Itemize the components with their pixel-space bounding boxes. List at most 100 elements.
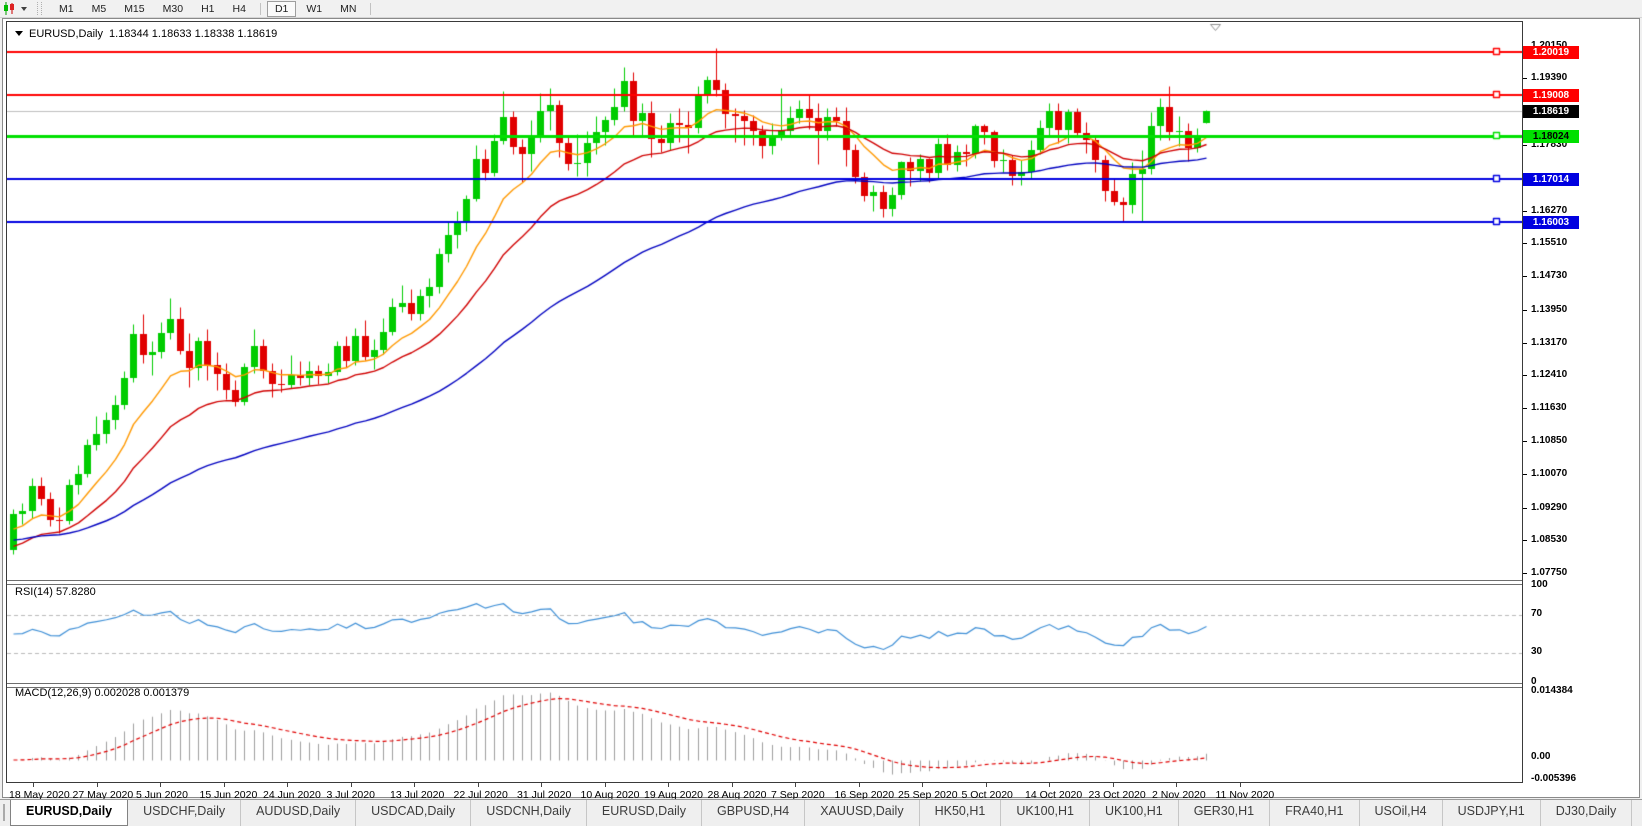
chart-tab-xauusd-daily[interactable]: XAUUSD,Daily [805, 800, 919, 826]
rsi-axis-label: 100 [1531, 579, 1548, 590]
price-axis-tick [1523, 441, 1527, 442]
macd-indicator-label: MACD(12,26,9) 0.002028 0.001379 [15, 687, 189, 699]
macd-axis-label: 0.00 [1531, 751, 1550, 762]
toolbar-grip[interactable] [37, 2, 42, 15]
price-axis-label: 1.13950 [1531, 304, 1567, 315]
price-axis-tick [1523, 474, 1527, 475]
price-axis-label: 1.15510 [1531, 237, 1567, 248]
chart-title-dropdown-icon[interactable] [15, 31, 23, 40]
chart-tab-usdcnh-daily[interactable]: USDCNH,Daily [471, 800, 587, 826]
chart-tab-usdcad-daily[interactable]: USDCAD,Daily [356, 800, 471, 826]
timeframe-button-d1[interactable]: D1 [267, 1, 296, 17]
plot-frame [6, 21, 1523, 783]
chart-tab-eurusd-daily[interactable]: EURUSD,Daily [10, 800, 128, 826]
price-axis-tick [1523, 211, 1527, 212]
price-axis-tick [1523, 343, 1527, 344]
main-chart-canvas[interactable] [7, 22, 1522, 580]
price-axis-tick [1523, 375, 1527, 376]
current-price-tag: 1.18619 [1523, 105, 1579, 118]
price-axis-label: 1.10850 [1531, 435, 1567, 446]
charts-toolbar-icon[interactable] [3, 2, 19, 15]
rsi-indicator-label: RSI(14) 57.8280 [15, 586, 96, 598]
date-axis-tick [795, 783, 796, 787]
rsi-panel-canvas[interactable] [7, 585, 1522, 683]
mt4-trading-app: { "toolbar": { "timeframes": ["M1","M5",… [0, 0, 1642, 826]
chart-tab-bar: EURUSD,DailyUSDCHF,DailyAUDUSD,DailyUSDC… [0, 799, 1642, 826]
price-axis-label: 1.13170 [1531, 337, 1567, 348]
toolbar-dropdown-icon[interactable] [21, 7, 27, 14]
date-axis-tick [351, 783, 352, 787]
timeframe-button-w1[interactable]: W1 [298, 1, 330, 17]
toolbar-separator [260, 3, 261, 15]
chart-tab-gbpusd-h4[interactable]: GBPUSD,H4 [702, 800, 805, 826]
level-price-tag: 1.20019 [1523, 46, 1579, 59]
level-price-tag: 1.17014 [1523, 173, 1579, 186]
date-axis-tick [668, 783, 669, 787]
price-axis-label: 1.14730 [1531, 270, 1567, 281]
timeframe-button-h4[interactable]: H4 [225, 1, 254, 17]
macd-panel-canvas[interactable] [7, 688, 1522, 784]
macd-axis-label: 0.014384 [1531, 685, 1573, 696]
date-axis-tick [1240, 783, 1241, 787]
level-price-tag: 1.18024 [1523, 130, 1579, 143]
price-axis-tick [1523, 78, 1527, 79]
date-axis-tick [922, 783, 923, 787]
date-axis-tick [478, 783, 479, 787]
chart-title: EURUSD,Daily 1.18344 1.18633 1.18338 1.1… [15, 27, 277, 40]
price-axis-tick [1523, 408, 1527, 409]
date-axis-tick [1113, 783, 1114, 787]
timeframe-button-mn[interactable]: MN [332, 1, 364, 17]
timeframe-button-m1[interactable]: M1 [51, 1, 82, 17]
price-axis-label: 1.16270 [1531, 205, 1567, 216]
date-axis-tick [160, 783, 161, 787]
price-axis-tick [1523, 540, 1527, 541]
chart-tab-china300-h1[interactable]: CHINA300,H1 [1632, 800, 1642, 826]
price-axis-label: 1.10070 [1531, 468, 1567, 479]
timeframe-buttons: M1M5M15M30H1H4 D1W1MN [50, 1, 376, 17]
date-axis-tick [859, 783, 860, 787]
chart-tab-ger30-h1[interactable]: GER30,H1 [1179, 800, 1270, 826]
price-axis-label: 1.07750 [1531, 567, 1567, 578]
price-axis-label: 1.19390 [1531, 72, 1567, 83]
chart-window: EURUSD,Daily 1.18344 1.18633 1.18338 1.1… [2, 18, 1640, 798]
price-axis-tick [1523, 145, 1527, 146]
price-axis-tick [1523, 276, 1527, 277]
tabbar-grip[interactable] [3, 804, 5, 821]
price-axis-label: 1.12410 [1531, 369, 1567, 380]
timeframe-button-h1[interactable]: H1 [193, 1, 222, 17]
date-axis-tick [287, 783, 288, 787]
chart-tab-uk100-h1[interactable]: UK100,H1 [1090, 800, 1179, 826]
date-axis-tick [414, 783, 415, 787]
chart-tab-usdjpy-h1[interactable]: USDJPY,H1 [1443, 800, 1541, 826]
chart-tab-audusd-daily[interactable]: AUDUSD,Daily [241, 800, 356, 826]
price-axis: 1.201501.193901.178301.162701.155101.147… [1523, 21, 1639, 783]
timeframe-button-m5[interactable]: M5 [84, 1, 115, 17]
date-axis-tick [224, 783, 225, 787]
chart-tabs: EURUSD,DailyUSDCHF,DailyAUDUSD,DailyUSDC… [10, 800, 1642, 826]
date-axis-tick [986, 783, 987, 787]
date-axis-tick [97, 783, 98, 787]
rsi-axis-label: 30 [1531, 646, 1542, 657]
chart-symbol-period: EURUSD,Daily [29, 28, 103, 40]
price-axis-tick [1523, 508, 1527, 509]
timeframe-button-m15[interactable]: M15 [116, 1, 152, 17]
date-axis-tick [33, 783, 34, 787]
timeframe-button-m30[interactable]: M30 [155, 1, 191, 17]
toolbar-separator [370, 3, 371, 15]
timeframe-toolbar: M1M5M15M30H1H4 D1W1MN [0, 0, 1642, 18]
date-axis-tick [605, 783, 606, 787]
level-price-tag: 1.19008 [1523, 89, 1579, 102]
level-price-tag: 1.16003 [1523, 216, 1579, 229]
chart-tab-dj30-daily[interactable]: DJ30,Daily [1541, 800, 1632, 826]
date-axis-tick [541, 783, 542, 787]
chart-tab-fra40-h1[interactable]: FRA40,H1 [1270, 800, 1359, 826]
chart-tab-eurusd-daily[interactable]: EURUSD,Daily [587, 800, 702, 826]
chart-tab-uk100-h1[interactable]: UK100,H1 [1001, 800, 1090, 826]
price-axis-label: 1.11630 [1531, 402, 1567, 413]
macd-axis-label: -0.005396 [1531, 773, 1576, 784]
price-axis-tick [1523, 573, 1527, 574]
chart-tab-hk50-h1[interactable]: HK50,H1 [920, 800, 1002, 826]
chart-tab-usdchf-daily[interactable]: USDCHF,Daily [128, 800, 241, 826]
price-axis-tick [1523, 310, 1527, 311]
chart-tab-usoil-h4[interactable]: USOil,H4 [1360, 800, 1443, 826]
